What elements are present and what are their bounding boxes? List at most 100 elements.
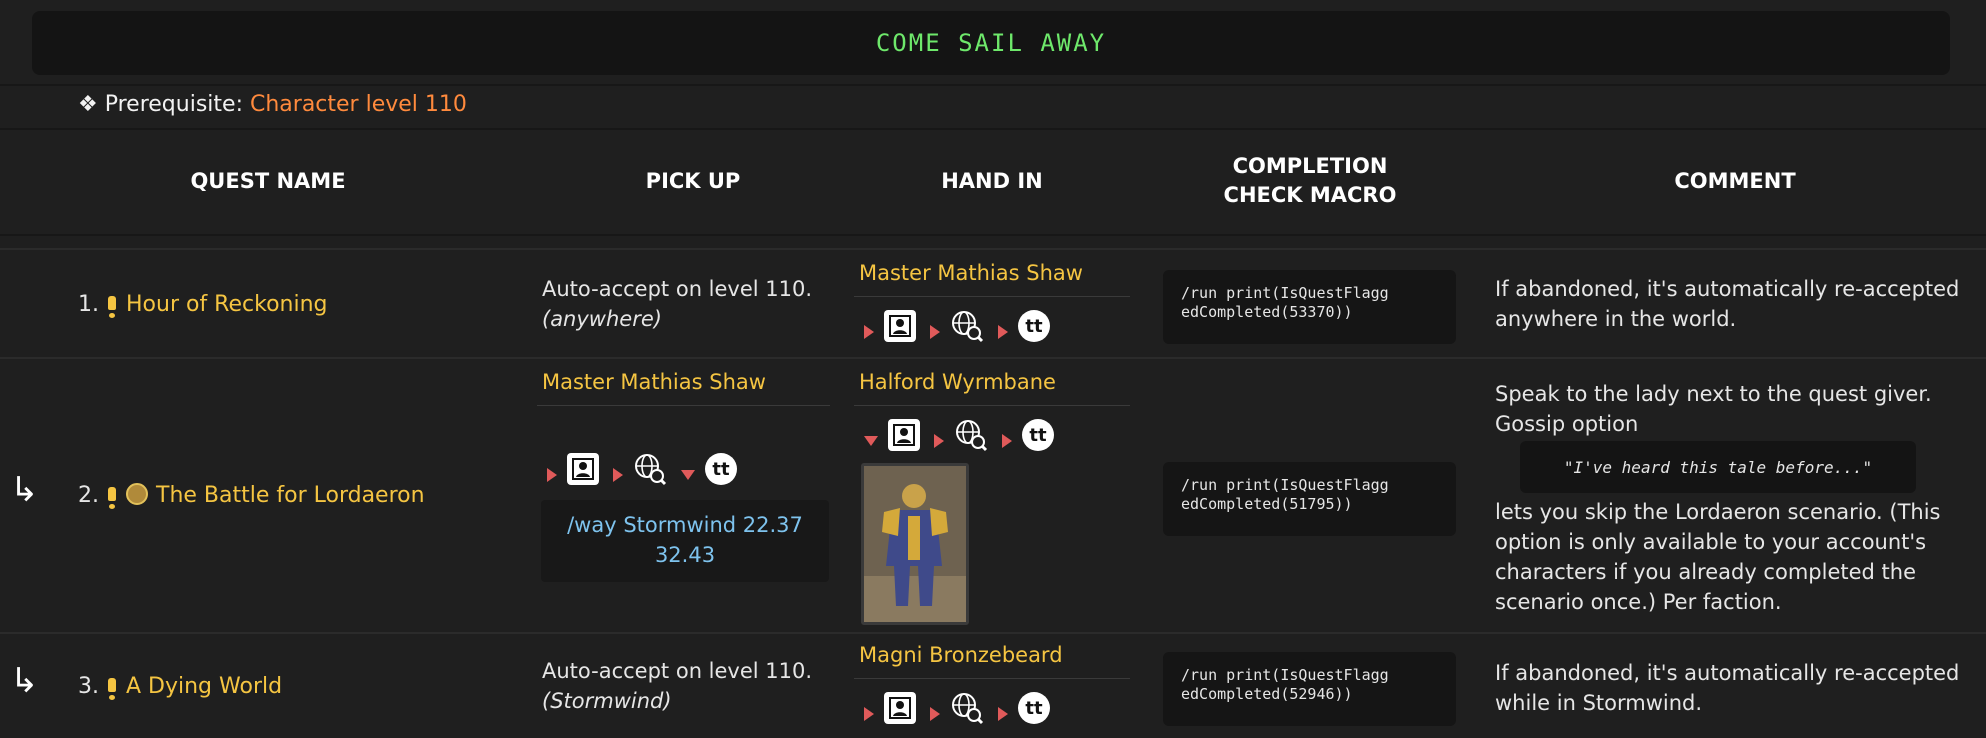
bullet-icon: ❖ (78, 92, 98, 117)
macro-line: /run print(IsQuestFlagg (1181, 476, 1389, 494)
quest-link[interactable]: The Battle for Lordaeron (108, 483, 425, 509)
prerequisite: ❖ Prerequisite: Character level 110 (78, 92, 467, 117)
globe-search-icon[interactable] (950, 309, 984, 343)
comment-line: lets you skip the Lordaeron scenario. (T… (1495, 500, 1941, 524)
npc-portrait-icon[interactable] (884, 310, 916, 342)
divider (0, 84, 1986, 86)
handin-npc[interactable]: Magni Bronzebeard (859, 643, 1063, 667)
quest-available-icon (108, 296, 116, 318)
macro-line: edCompleted(51795)) (1181, 495, 1353, 513)
quest-number: 1. (78, 292, 99, 317)
waypoint-line: 32.43 (654, 543, 716, 567)
waypoint-line: /way Stormwind 22.37 (567, 513, 803, 537)
row-separator (0, 632, 1986, 634)
pickup-info: Auto-accept on level 110. (anywhere) (542, 274, 812, 334)
marker-triangle-icon (998, 325, 1008, 339)
marker-triangle-icon (930, 707, 940, 721)
quest-available-icon (108, 678, 116, 700)
comment-line: Speak to the lady next to the quest give… (1495, 382, 1932, 406)
completion-macro[interactable]: /run print(IsQuestFlagg edCompleted(5179… (1163, 462, 1456, 536)
prerequisite-label: Prerequisite: (104, 92, 243, 117)
tt-icon[interactable]: tt (1022, 419, 1054, 451)
pickup-npc[interactable]: Master Mathias Shaw (542, 370, 766, 394)
header-hand-in: HAND IN (941, 169, 1043, 193)
expand-triangle-icon[interactable] (864, 436, 878, 446)
marker-triangle-icon (613, 468, 623, 482)
globe-search-icon[interactable] (950, 691, 984, 725)
divider (854, 405, 1130, 406)
quest-link[interactable]: Hour of Reckoning (108, 292, 328, 318)
header-comment: COMMENT (1674, 169, 1796, 193)
comment-line: while in Stormwind. (1495, 691, 1703, 715)
marker-triangle-icon (930, 325, 940, 339)
quest-number: 3. (78, 674, 99, 699)
handin-links: tt (858, 418, 1062, 452)
header-pick-up: PICK UP (645, 169, 741, 193)
marker-triangle-icon (1002, 434, 1012, 448)
comment-line: option is only available to your account… (1495, 530, 1927, 554)
quest-name: Hour of Reckoning (126, 292, 328, 317)
globe-search-icon[interactable] (954, 418, 988, 452)
quest-name: A Dying World (126, 674, 283, 699)
handin-npc[interactable]: Halford Wyrmbane (859, 370, 1056, 394)
npc-portrait-icon[interactable] (567, 453, 599, 485)
waypoint-command[interactable]: /way Stormwind 22.37 32.43 (541, 500, 829, 582)
comment-line: characters if you already completed the (1495, 560, 1916, 584)
divider (0, 128, 1986, 130)
divider (0, 234, 1986, 236)
handin-links: tt (858, 309, 1058, 343)
tt-icon[interactable]: tt (1018, 692, 1050, 724)
header-macro-line1: COMPLETION (1232, 154, 1388, 178)
quest-link[interactable]: A Dying World (108, 674, 283, 700)
comment-line: scenario once.) Per faction. (1495, 590, 1782, 614)
row-separator (0, 357, 1986, 359)
header-completion-macro: COMPLETION CHECK MACRO (1160, 152, 1460, 210)
macro-line: /run print(IsQuestFlagg (1181, 284, 1389, 302)
expand-triangle-icon[interactable] (681, 470, 695, 480)
completion-macro[interactable]: /run print(IsQuestFlagg edCompleted(5294… (1163, 652, 1456, 726)
npc-portrait-icon[interactable] (888, 419, 920, 451)
npc-portrait-image (861, 463, 969, 625)
marker-triangle-icon (934, 434, 944, 448)
pickup-text: Auto-accept on level 110. (542, 277, 813, 301)
comment-line: If abandoned, it's automatically re-acce… (1495, 277, 1960, 301)
macro-line: /run print(IsQuestFlagg (1181, 666, 1389, 684)
macro-line: edCompleted(53370)) (1181, 303, 1353, 321)
divider (854, 296, 1130, 297)
section-title: COME SAIL AWAY (875, 29, 1107, 57)
comment-line: Gossip option (1495, 412, 1639, 436)
quest-name: The Battle for Lordaeron (156, 483, 425, 508)
comment-continued: lets you skip the Lordaeron scenario. (T… (1495, 497, 1941, 617)
pickup-location: (Stormwind) (542, 689, 672, 713)
tt-icon[interactable]: tt (705, 453, 737, 485)
tt-icon[interactable]: tt (1018, 310, 1050, 342)
arrow-return-icon: ↳ (10, 470, 39, 510)
comment-line: anywhere in the world. (1495, 307, 1737, 331)
alliance-icon (126, 483, 148, 505)
pickup-location: (anywhere) (542, 307, 662, 331)
handin-npc[interactable]: Master Mathias Shaw (859, 261, 1083, 285)
row-separator (0, 248, 1986, 250)
marker-triangle-icon (547, 468, 557, 482)
comment: Speak to the lady next to the quest give… (1495, 379, 1932, 439)
prerequisite-value[interactable]: Character level 110 (250, 92, 467, 117)
npc-portrait-icon[interactable] (884, 692, 916, 724)
header-macro-line2: CHECK MACRO (1223, 183, 1397, 207)
section-banner: COME SAIL AWAY (32, 11, 1950, 75)
header-quest-name: QUEST NAME (190, 169, 346, 193)
divider (537, 405, 830, 406)
gossip-option[interactable]: "I've heard this tale before..." (1520, 441, 1916, 493)
comment-line: If abandoned, it's automatically re-acce… (1495, 661, 1960, 685)
divider (854, 678, 1130, 679)
comment: If abandoned, it's automatically re-acce… (1495, 274, 1959, 334)
quest-number: 2. (78, 483, 99, 508)
macro-line: edCompleted(52946)) (1181, 685, 1353, 703)
handin-links: tt (858, 691, 1058, 725)
completion-macro[interactable]: /run print(IsQuestFlagg edCompleted(5337… (1163, 270, 1456, 344)
marker-triangle-icon (864, 707, 874, 721)
globe-search-icon[interactable] (633, 452, 667, 486)
quest-available-icon (108, 487, 116, 509)
pickup-links: tt (541, 452, 745, 486)
comment: If abandoned, it's automatically re-acce… (1495, 658, 1959, 718)
pickup-text: Auto-accept on level 110. (542, 659, 813, 683)
